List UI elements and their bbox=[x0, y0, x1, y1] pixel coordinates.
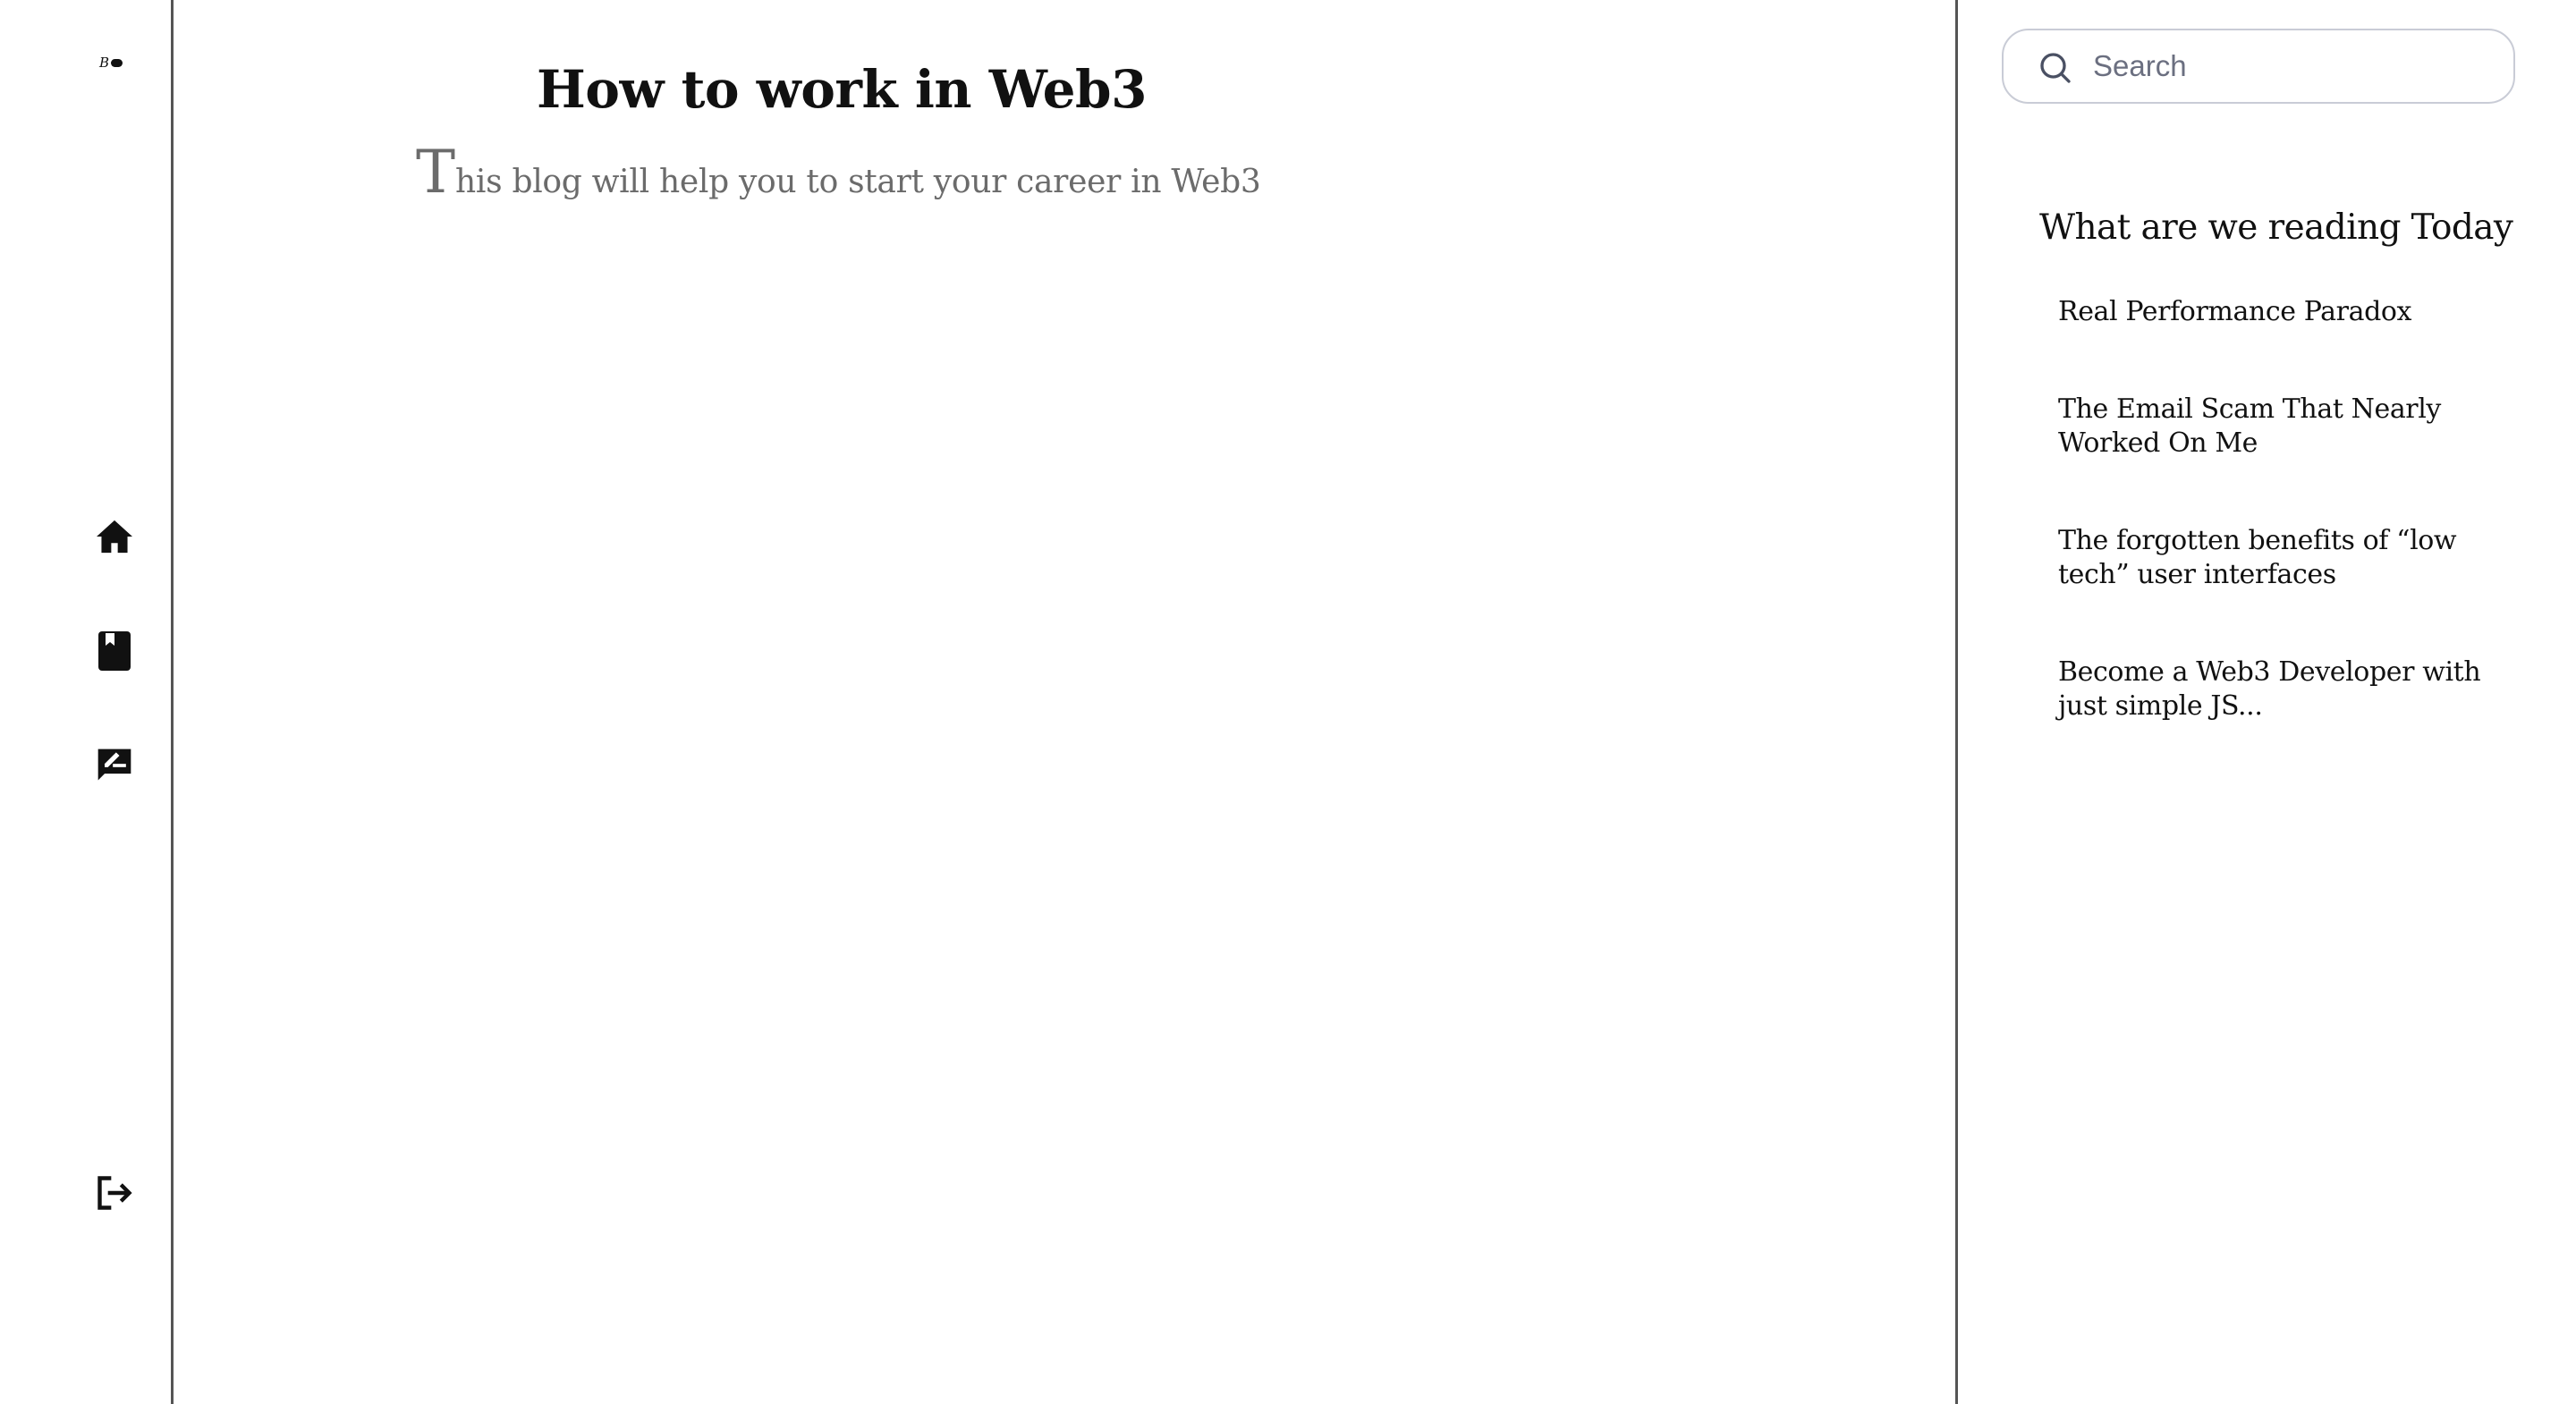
reading-heading: What are we reading Today bbox=[2039, 207, 2513, 248]
search-icon bbox=[2038, 50, 2073, 86]
logo-letter: B bbox=[99, 55, 110, 71]
drop-cap: T bbox=[416, 138, 456, 207]
post-subtitle-text: his blog will help you to start your car… bbox=[455, 164, 1261, 200]
reading-item[interactable]: Real Performance Paradox bbox=[2058, 295, 2523, 329]
main-content: How to work in Web3 This blog will help … bbox=[174, 0, 1958, 1404]
logo-mark bbox=[111, 59, 123, 67]
logout-icon[interactable] bbox=[95, 1173, 134, 1213]
reading-item[interactable]: The Email Scam That Nearly Worked On Me bbox=[2058, 393, 2523, 461]
write-review-icon[interactable] bbox=[95, 746, 134, 785]
search-input[interactable] bbox=[2093, 47, 2487, 86]
book-icon[interactable] bbox=[95, 631, 134, 671]
left-sidebar: B bbox=[0, 0, 174, 1404]
logo[interactable]: B bbox=[99, 56, 123, 70]
reading-list: Real Performance Paradox The Email Scam … bbox=[2058, 295, 2523, 787]
reading-item[interactable]: The forgotten benefits of “low tech” use… bbox=[2058, 524, 2523, 592]
post-title: How to work in Web3 bbox=[537, 59, 1147, 120]
right-sidebar: What are we reading Today Real Performan… bbox=[1958, 0, 2576, 1404]
reading-item[interactable]: Become a Web3 Developer with just simple… bbox=[2058, 655, 2523, 723]
search-box[interactable] bbox=[2002, 29, 2515, 104]
post-header: How to work in Web3 bbox=[537, 54, 1431, 125]
home-icon[interactable] bbox=[95, 517, 134, 556]
app-root: B How to work in Web3 This blog will hel… bbox=[0, 0, 2576, 1404]
post-subtitle: This blog will help you to start your ca… bbox=[416, 143, 1261, 202]
